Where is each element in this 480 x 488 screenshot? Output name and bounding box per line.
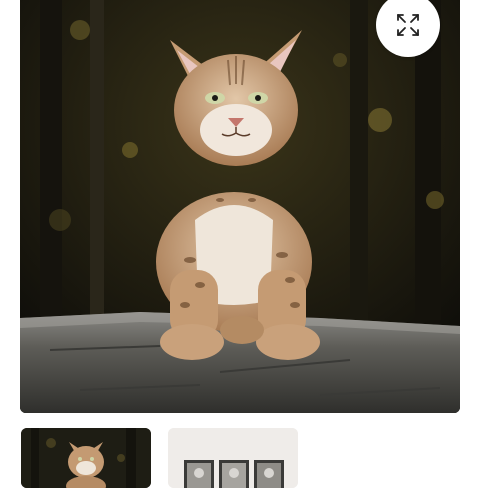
thumbnail-lynx-photo[interactable] <box>21 428 151 488</box>
main-product-image[interactable] <box>20 0 460 413</box>
thumbnail-framed-prints[interactable] <box>168 428 298 488</box>
lynx-kitten-illustration <box>20 0 460 413</box>
expand-arrows-icon <box>395 12 421 38</box>
